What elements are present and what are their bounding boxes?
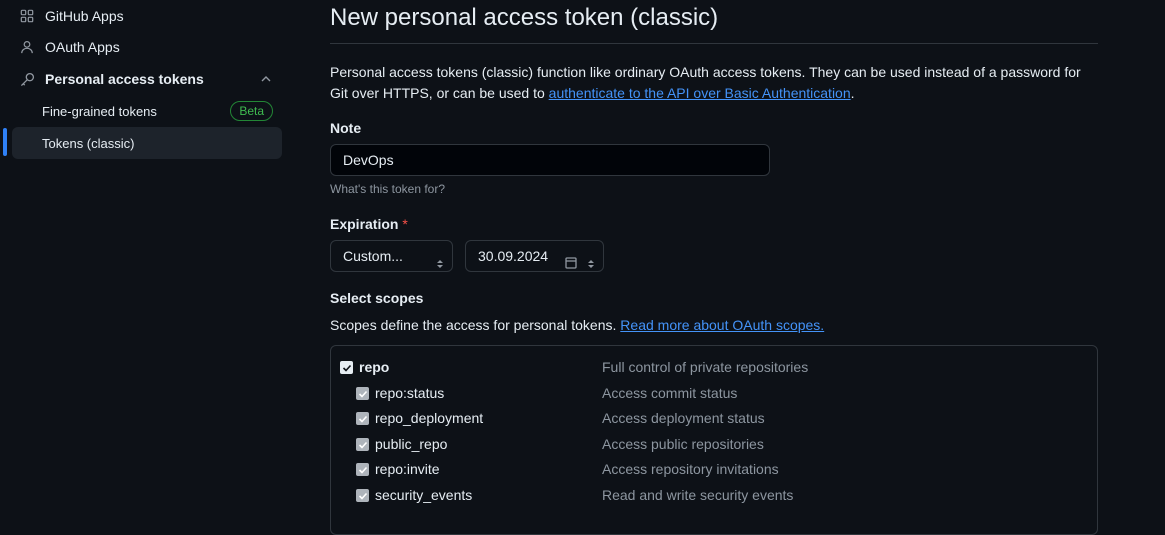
description-suffix: . [850, 85, 855, 101]
scope-row-repo[interactable]: repo Full control of private repositorie… [331, 357, 1097, 379]
scope-row-repo-deployment[interactable]: repo_deployment Access deployment status [331, 408, 1097, 430]
note-input[interactable]: DevOps [330, 144, 770, 176]
scope-row-security-events[interactable]: security_events Read and write security … [331, 485, 1097, 507]
expiration-date-value: 30.09.2024 [478, 248, 549, 264]
expiration-label-text: Expiration [330, 216, 399, 232]
divider [330, 43, 1098, 44]
sidebar-item-label: Fine-grained tokens [42, 103, 157, 119]
scope-description: Access commit status [602, 385, 738, 401]
scopes-description: Scopes define the access for personal to… [330, 317, 824, 333]
checkbox-checked-icon[interactable] [356, 463, 369, 476]
sidebar-item-github-apps[interactable]: GitHub Apps [12, 1, 282, 31]
scope-description: Full control of private repositories [602, 359, 809, 375]
expiration-select[interactable]: Custom... [330, 240, 453, 272]
scope-description: Read and write security events [602, 487, 794, 503]
scope-description: Access public repositories [602, 436, 764, 452]
sidebar-item-label: GitHub Apps [45, 8, 124, 24]
expiration-label: Expiration * [330, 216, 408, 232]
key-icon [19, 71, 35, 87]
scope-row-repo-status[interactable]: repo:status Access commit status [331, 383, 1097, 405]
expiration-date-input[interactable]: 30.09.2024 [465, 240, 604, 272]
checkbox-checked-icon[interactable] [356, 387, 369, 400]
scope-name: repo:invite [375, 461, 440, 477]
sidebar-item-fine-grained-tokens[interactable]: Fine-grained tokens Beta [12, 95, 282, 127]
date-arrows-icon [587, 250, 595, 280]
scope-name: public_repo [375, 436, 448, 452]
required-mark: * [402, 216, 408, 232]
checkbox-checked-icon[interactable] [340, 361, 353, 374]
basic-auth-link[interactable]: authenticate to the API over Basic Authe… [549, 85, 851, 101]
person-icon [19, 39, 35, 55]
calendar-icon[interactable] [565, 249, 577, 279]
sidebar-item-label: Personal access tokens [45, 71, 204, 87]
scope-name: security_events [375, 487, 473, 503]
sidebar-item-label: OAuth Apps [45, 39, 120, 55]
chevron-up-icon[interactable] [260, 72, 272, 88]
sidebar-item-personal-access-tokens[interactable]: Personal access tokens [12, 64, 282, 94]
select-scopes-label: Select scopes [330, 290, 424, 306]
apps-grid-icon [19, 8, 35, 24]
scopes-description-text: Scopes define the access for personal to… [330, 317, 617, 333]
scope-row-public-repo[interactable]: public_repo Access public repositories [331, 434, 1097, 456]
note-label: Note [330, 120, 362, 136]
checkbox-checked-icon[interactable] [356, 438, 369, 451]
page-title: New personal access token (classic) [330, 4, 719, 31]
select-arrows-icon [436, 250, 444, 280]
sidebar-item-label: Tokens (classic) [42, 135, 135, 151]
active-indicator [3, 128, 7, 156]
checkbox-checked-icon[interactable] [356, 412, 369, 425]
scope-name: repo:status [375, 385, 445, 401]
scope-row-repo-invite[interactable]: repo:invite Access repository invitation… [331, 459, 1097, 481]
scopes-list: repo Full control of private repositorie… [330, 345, 1098, 535]
note-hint: What's this token for? [330, 182, 446, 196]
expiration-selected-value: Custom... [343, 248, 403, 264]
page-description: Personal access tokens (classic) functio… [330, 62, 1098, 104]
scope-description: Access repository invitations [602, 461, 779, 477]
beta-badge: Beta [230, 101, 273, 121]
scope-name: repo [359, 359, 390, 375]
sidebar-item-oauth-apps[interactable]: OAuth Apps [12, 32, 282, 62]
sidebar-item-tokens-classic[interactable]: Tokens (classic) [12, 127, 282, 159]
scope-description: Access deployment status [602, 410, 765, 426]
scope-name: repo_deployment [375, 410, 484, 426]
oauth-scopes-link[interactable]: Read more about OAuth scopes. [620, 317, 824, 333]
settings-sidebar: GitHub Apps OAuth Apps Personal access t… [0, 0, 290, 514]
checkbox-checked-icon[interactable] [356, 489, 369, 502]
